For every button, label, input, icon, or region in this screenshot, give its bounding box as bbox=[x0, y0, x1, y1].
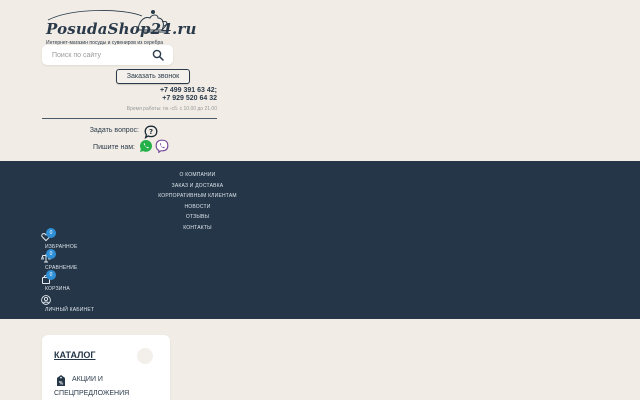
callback-button[interactable]: Заказать звонок bbox=[116, 69, 190, 84]
working-hours: Время работы: пн.-сб. с 10.00 до 21.00 bbox=[126, 106, 217, 112]
account-label: Личный кабинет bbox=[45, 307, 95, 313]
catalog-item-label: Акции и спецпредложения bbox=[54, 376, 130, 397]
user-icon bbox=[41, 295, 51, 305]
phone-link-1[interactable]: +7 499 391 63 42; bbox=[160, 87, 217, 94]
catalog-item-promotions[interactable]: % Акции и спецпредложения bbox=[54, 373, 164, 400]
ask-question-label: Задать вопрос: bbox=[89, 127, 139, 134]
search-icon[interactable] bbox=[152, 49, 164, 61]
write-us-label: Пишите нам: bbox=[93, 144, 135, 151]
site-logo[interactable]: PosudaShop24.ru Интернет-магазин посуды … bbox=[42, 6, 196, 48]
cart-count-badge: 0 bbox=[46, 270, 56, 280]
percent-tag-icon: % bbox=[57, 375, 65, 387]
header-divider bbox=[42, 118, 217, 119]
menu-item-reviews[interactable]: Отзывы bbox=[120, 212, 275, 223]
catalog-panel: Каталог % Акции и спецпредложения bbox=[42, 335, 170, 400]
catalog-decoration bbox=[137, 348, 153, 364]
question-chat-icon[interactable]: ? bbox=[144, 125, 158, 139]
search-box bbox=[42, 45, 173, 65]
menu-item-order-delivery[interactable]: Заказ и доставка bbox=[120, 181, 275, 192]
favorites-count-badge: 0 bbox=[46, 228, 56, 238]
phone-link-2[interactable]: +7 929 520 64 32 bbox=[162, 95, 217, 102]
cart-label: Корзина bbox=[45, 286, 70, 292]
compare-count-badge: 0 bbox=[46, 249, 56, 259]
logo-text: PosudaShop24.ru bbox=[46, 20, 197, 38]
catalog-title[interactable]: Каталог bbox=[54, 350, 96, 360]
menu-item-corporate[interactable]: Корпоративным клиентам bbox=[120, 191, 275, 202]
whatsapp-icon[interactable] bbox=[139, 139, 153, 153]
viber-icon[interactable] bbox=[155, 139, 169, 153]
navigation-panel bbox=[0, 161, 640, 319]
main-menu: О компании Заказ и доставка Корпоративны… bbox=[120, 170, 275, 233]
menu-item-news[interactable]: Новости bbox=[120, 202, 275, 213]
menu-item-about[interactable]: О компании bbox=[120, 170, 275, 181]
svg-text:%: % bbox=[59, 381, 64, 387]
menu-item-contacts[interactable]: Контакты bbox=[120, 223, 275, 234]
svg-text:?: ? bbox=[149, 128, 153, 136]
search-input[interactable] bbox=[52, 49, 152, 61]
